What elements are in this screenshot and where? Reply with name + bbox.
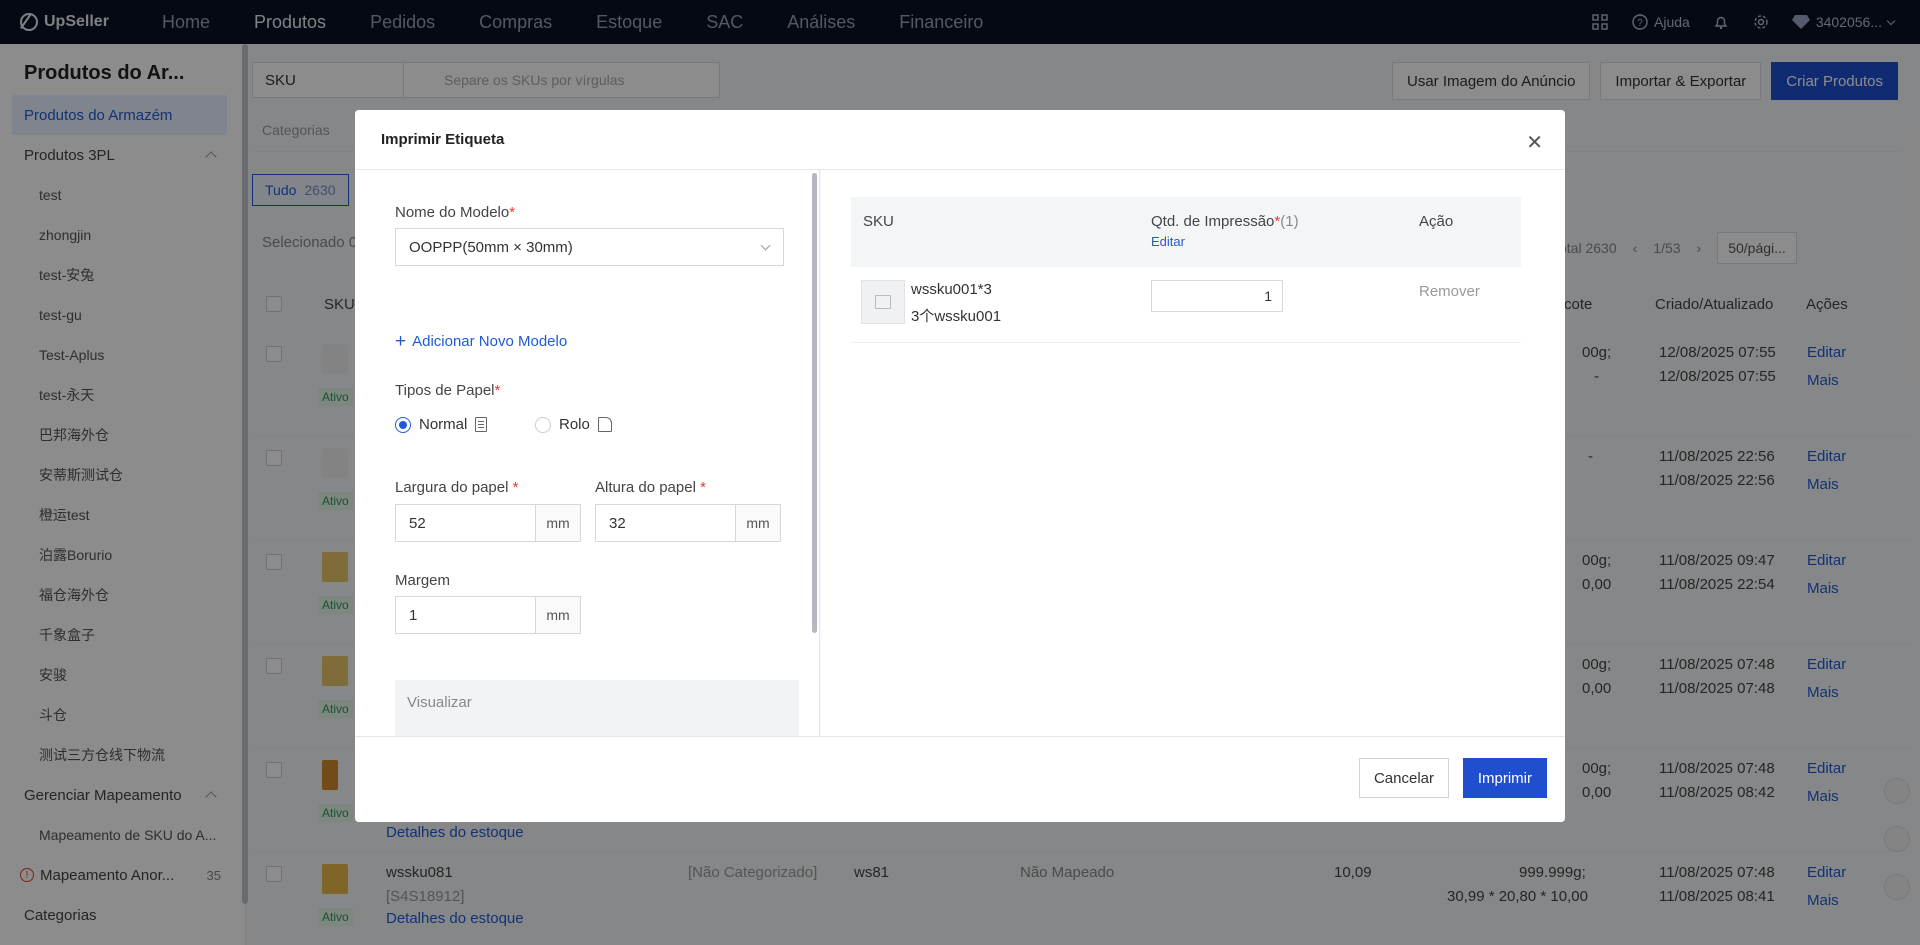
paper-type-normal-option[interactable]: Normal <box>395 416 488 433</box>
left-panel-scrollbar[interactable] <box>812 173 817 633</box>
paper-height-input[interactable]: 32 mm <box>595 504 781 542</box>
radio-normal[interactable] <box>395 416 411 433</box>
paper-roll-label: Rolo <box>559 416 590 433</box>
unit-label: mm <box>535 505 580 541</box>
radio-roll[interactable] <box>535 416 551 433</box>
item-name: 3个wssku001 <box>911 308 1002 325</box>
add-new-model-link[interactable]: + Adicionar Novo Modelo <box>395 332 567 351</box>
document-icon <box>475 417 488 432</box>
print-button[interactable]: Imprimir <box>1462 758 1547 798</box>
unit-label: mm <box>535 597 580 633</box>
label-preview: Visualizar <box>395 680 799 736</box>
roll-paper-icon <box>597 417 612 432</box>
remove-button[interactable]: Remover <box>1419 283 1480 300</box>
item-sku: wssku001*3 <box>911 281 992 298</box>
print-table-header: SKU Qtd. de Impressão*(1) Editar Ação <box>851 197 1521 267</box>
paper-normal-label: Normal <box>419 416 468 433</box>
plus-icon: + <box>395 331 407 352</box>
paper-width-label: Largura do papel * <box>395 479 519 496</box>
paper-height-value: 32 <box>609 514 626 532</box>
model-name-label: Nome do Modelo* <box>395 204 516 221</box>
print-label-modal: Imprimir Etiqueta ✕ Nome do Modelo* OOPP… <box>355 110 1565 822</box>
paper-types-label: Tipos de Papel* <box>395 382 501 399</box>
preview-label: Visualizar <box>407 694 472 711</box>
model-select[interactable]: OOPPP(50mm × 30mm) <box>395 228 784 266</box>
print-table-row: wssku001*3 3个wssku001 1 Remover <box>851 267 1521 343</box>
col-action: Ação <box>1419 213 1454 230</box>
margin-label: Margem <box>395 572 451 589</box>
unit-label: mm <box>735 505 780 541</box>
close-icon[interactable]: ✕ <box>1526 130 1543 155</box>
print-qty-input[interactable]: 1 <box>1151 280 1283 312</box>
paper-types-section: Tipos de Papel* Normal Rolo <box>377 368 771 457</box>
modal-title: Imprimir Etiqueta <box>381 131 505 148</box>
modal-footer: Cancelar Imprimir <box>355 736 1565 822</box>
paper-width-value: 52 <box>409 514 426 532</box>
col-sku: SKU <box>863 213 894 230</box>
paper-type-roll-option[interactable]: Rolo <box>535 416 612 433</box>
margin-input[interactable]: 1 mm <box>395 596 581 634</box>
sku-print-panel: SKU Qtd. de Impressão*(1) Editar Ação ws… <box>821 170 1565 736</box>
edit-qty-link[interactable]: Editar <box>1151 234 1185 249</box>
paper-height-label: Altura do papel * <box>595 479 706 496</box>
margin-value: 1 <box>409 606 418 624</box>
label-settings-panel: Nome do Modelo* OOPPP(50mm × 30mm) + Adi… <box>355 170 820 736</box>
model-select-value: OOPPP(50mm × 30mm) <box>409 238 573 256</box>
modal-header: Imprimir Etiqueta <box>355 110 1565 170</box>
add-model-label: Adicionar Novo Modelo <box>412 333 568 350</box>
cancel-button[interactable]: Cancelar <box>1358 758 1449 798</box>
image-placeholder-icon <box>861 280 905 324</box>
chevron-down-icon <box>760 240 771 251</box>
col-print-qty: Qtd. de Impressão*(1) <box>1151 213 1299 230</box>
paper-width-input[interactable]: 52 mm <box>395 504 581 542</box>
